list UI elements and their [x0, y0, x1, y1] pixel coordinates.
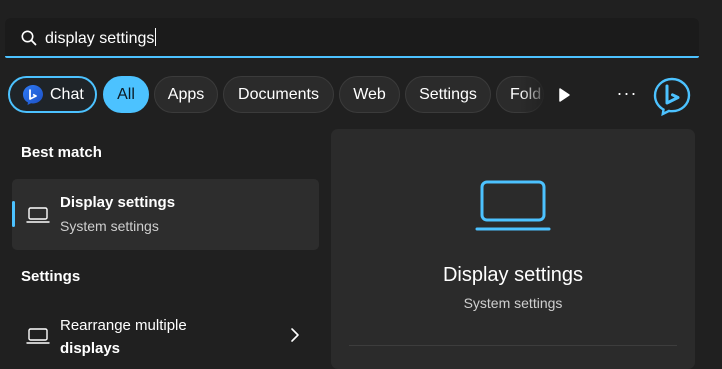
result-title-line1: Rearrange multiple: [60, 317, 187, 334]
result-display-settings[interactable]: Display settings System settings: [12, 179, 319, 250]
laptop-icon: [475, 180, 551, 231]
preview-divider: [349, 345, 677, 346]
filter-all-tab[interactable]: All: [103, 76, 149, 113]
filter-web-label: Web: [353, 85, 386, 103]
filter-settings-tab[interactable]: Settings: [405, 76, 491, 113]
filter-documents-tab[interactable]: Documents: [223, 76, 334, 113]
search-icon: [21, 30, 37, 46]
preview-title: Display settings: [442, 264, 584, 286]
filter-web-tab[interactable]: Web: [339, 76, 400, 113]
chips-fade-overlay: [520, 70, 550, 120]
filter-apps-label: Apps: [167, 85, 205, 103]
laptop-icon: [26, 207, 50, 223]
search-input[interactable]: display settings: [45, 28, 157, 49]
filter-all-label: All: [117, 85, 135, 103]
result-title: Display settings: [60, 194, 176, 211]
search-box[interactable]: display settings: [5, 18, 699, 58]
bing-chat-icon: [23, 84, 43, 105]
filter-apps-tab[interactable]: Apps: [154, 76, 218, 113]
result-title-line2: displays: [60, 340, 121, 357]
chat-label: Chat: [50, 85, 84, 103]
chevron-right-icon[interactable]: [288, 326, 302, 344]
more-options-button[interactable]: ···: [612, 84, 642, 106]
result-subtitle: System settings: [60, 218, 159, 234]
preview-panel: Display settings System settings: [331, 129, 695, 369]
chat-button[interactable]: Chat: [8, 76, 97, 113]
laptop-icon: [26, 328, 50, 344]
bing-icon[interactable]: [652, 76, 692, 116]
search-query: display settings: [45, 30, 155, 47]
settings-section-heading: Settings: [21, 268, 81, 285]
text-caret: [155, 28, 157, 46]
scroll-filters-right-icon[interactable]: [552, 84, 576, 106]
result-rearrange-displays[interactable]: Rearrange multiple displays: [12, 306, 319, 366]
filter-settings-label: Settings: [419, 85, 477, 103]
filter-documents-label: Documents: [238, 85, 319, 103]
selection-indicator: [12, 201, 15, 227]
preview-subtitle: System settings: [463, 295, 563, 311]
best-match-heading: Best match: [21, 144, 102, 161]
